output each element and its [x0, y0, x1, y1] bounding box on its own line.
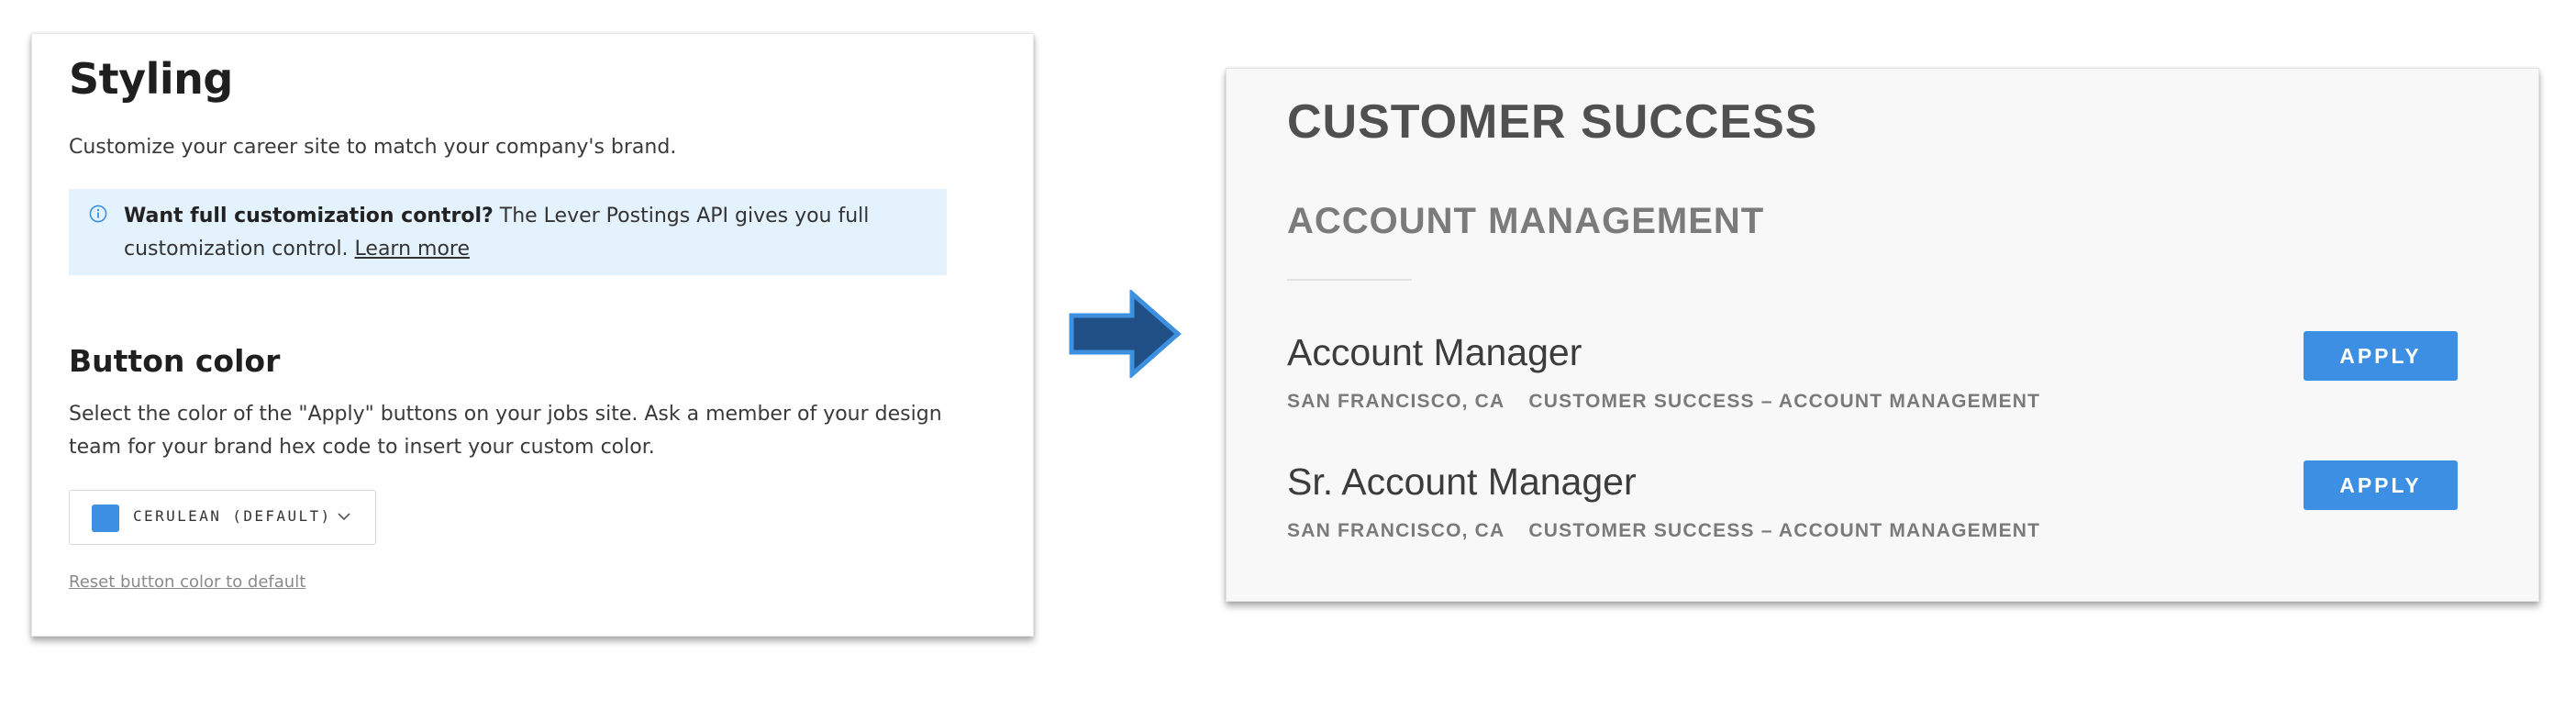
posting-location: SAN FRANCISCO, CA [1287, 520, 1505, 541]
posting-title[interactable]: Account Manager [1287, 331, 1582, 374]
posting-category: CUSTOMER SUCCESS – ACCOUNT MANAGEMENT [1528, 391, 2041, 412]
posting-item: Sr. Account Manager SAN FRANCISCO, CA CUS… [1287, 460, 2480, 552]
job-postings-preview: CUSTOMER SUCCESS ACCOUNT MANAGEMENT Acco… [1226, 68, 2539, 602]
callout-bold-text: Want full customization control? [124, 205, 494, 227]
styling-settings-card: Styling Customize your career site to ma… [31, 33, 1034, 637]
apply-button[interactable]: APPLY [2304, 331, 2458, 381]
posting-category: CUSTOMER SUCCESS – ACCOUNT MANAGEMENT [1528, 520, 2041, 541]
team-divider [1287, 279, 1412, 281]
color-select-label: CERULEAN (DEFAULT) [133, 507, 332, 525]
reset-button-color-link[interactable]: Reset button color to default [69, 572, 305, 592]
callout-text: Want full customization control? The Lev… [124, 200, 922, 266]
button-color-heading: Button color [69, 343, 281, 379]
arrow-right-icon [1069, 290, 1182, 378]
posting-item: Account Manager SAN FRANCISCO, CA CUSTOME… [1287, 331, 2480, 423]
settings-title: Styling [69, 54, 233, 104]
posting-meta: SAN FRANCISCO, CA CUSTOMER SUCCESS – ACCO… [1287, 391, 2040, 413]
settings-description: Customize your career site to match your… [69, 136, 677, 159]
posting-title[interactable]: Sr. Account Manager [1287, 460, 1637, 504]
button-color-description: Select the color of the "Apply" buttons … [69, 403, 942, 459]
posting-location: SAN FRANCISCO, CA [1287, 391, 1505, 412]
arrow-shape [1069, 290, 1182, 378]
department-title: CUSTOMER SUCCESS [1287, 95, 1818, 149]
info-callout: Want full customization control? The Lev… [69, 189, 947, 275]
info-icon [89, 205, 107, 223]
learn-more-link[interactable]: Learn more [355, 238, 470, 261]
button-color-dropdown[interactable]: CERULEAN (DEFAULT) [69, 490, 376, 545]
chevron-down-icon [338, 513, 350, 521]
posting-meta: SAN FRANCISCO, CA CUSTOMER SUCCESS – ACCO… [1287, 520, 2040, 542]
team-title: ACCOUNT MANAGEMENT [1287, 201, 1765, 241]
apply-button[interactable]: APPLY [2304, 460, 2458, 510]
color-swatch [92, 505, 119, 532]
